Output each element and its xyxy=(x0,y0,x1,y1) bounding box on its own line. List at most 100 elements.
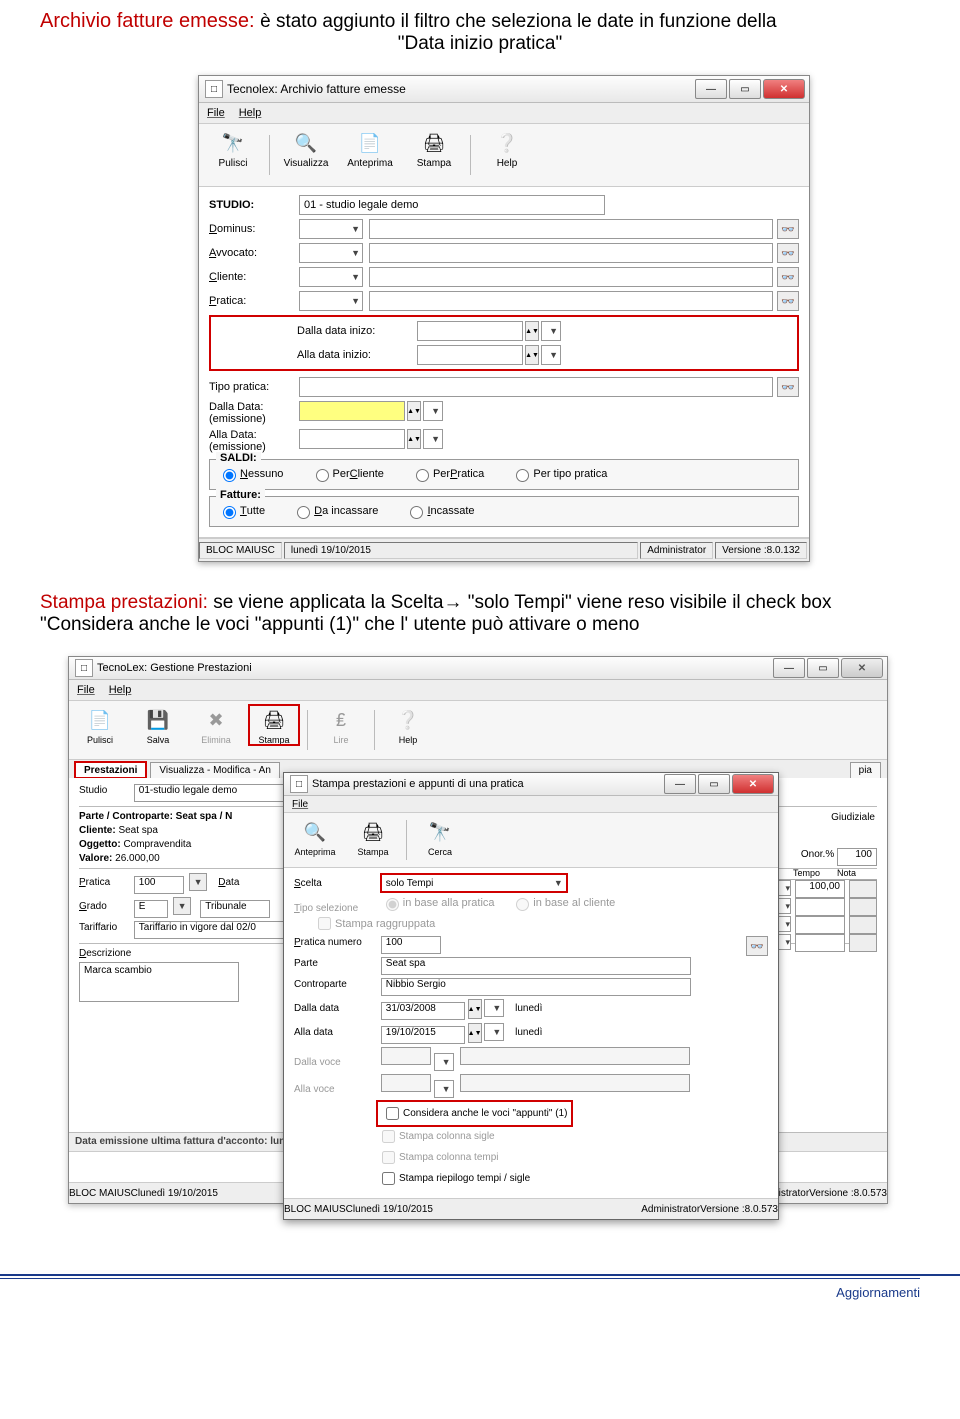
tipo-sel-cliente-radio: in base al cliente xyxy=(511,895,615,911)
menu-help[interactable]: Help xyxy=(239,107,262,119)
tempo-cell[interactable]: 100,00 xyxy=(795,880,845,898)
stampa-button[interactable]: 🖨Stampa xyxy=(406,128,462,169)
archivio-fatture-window: □ Tecnolex: Archivio fatture emesse — ▭ … xyxy=(198,75,810,562)
data-label: Data xyxy=(218,877,239,888)
dalla-data-inizio-input[interactable] xyxy=(417,321,523,341)
fatture-daincassare-radio[interactable]: Da incassare xyxy=(292,503,378,519)
dominus-search-button[interactable]: 👓 xyxy=(777,219,799,239)
tab-pia[interactable]: pia xyxy=(850,762,881,778)
close-button[interactable]: ✕ xyxy=(763,79,805,99)
stampa-button[interactable]: 🖨Stampa xyxy=(249,705,299,745)
elimina-button[interactable]: ✖Elimina xyxy=(191,705,241,745)
spinner-icon[interactable]: ▲▼ xyxy=(407,429,421,449)
tipo-pratica-search-button[interactable]: 👓 xyxy=(777,377,799,397)
alla-data-field[interactable]: 19/10/2015 xyxy=(381,1026,465,1044)
saldi-percliente-radio[interactable]: Per Cliente xyxy=(311,466,384,482)
section1-heading: Archivio fatture emesse: è stato aggiunt… xyxy=(40,10,920,55)
onor-field[interactable]: 100 xyxy=(837,848,877,866)
cerca-button[interactable]: 🔭Cerca xyxy=(415,817,465,857)
cliente-field[interactable] xyxy=(369,267,773,287)
pulisci-button[interactable]: 🔭Pulisci xyxy=(205,128,261,169)
pulisci-button[interactable]: 📄Pulisci xyxy=(75,705,125,745)
alla-data-em-input[interactable] xyxy=(299,429,405,449)
dominus-combo[interactable]: ▼ xyxy=(299,219,363,239)
help-button[interactable]: ❔Help xyxy=(479,128,535,169)
pratica-dropdown[interactable]: ▼ xyxy=(189,873,208,891)
cliente-combo[interactable]: ▼ xyxy=(299,267,363,287)
close-button[interactable]: ✕ xyxy=(841,658,883,678)
close-button[interactable]: ✕ xyxy=(732,774,774,794)
status-user: Administrator xyxy=(641,1204,700,1215)
studio-field[interactable]: 01 - studio legale demo xyxy=(299,195,605,215)
dalla-data-inizio-label: Dalla data inizo: xyxy=(297,325,417,337)
grado-dropdown[interactable]: ▼ xyxy=(173,897,192,915)
dominus-field[interactable] xyxy=(369,219,773,239)
nota-cell[interactable] xyxy=(849,880,877,898)
descrizione-textarea[interactable]: Marca scambio xyxy=(79,962,239,1002)
menu-help[interactable]: Help xyxy=(109,684,132,696)
avvocato-field[interactable] xyxy=(369,243,773,263)
spinner-icon[interactable]: ▲▼ xyxy=(468,1023,482,1043)
parte-field[interactable]: Seat spa xyxy=(381,957,691,975)
spinner-icon[interactable]: ▲▼ xyxy=(525,321,539,341)
pratica-field[interactable]: 100 xyxy=(134,876,184,894)
window-title: TecnoLex: Gestione Prestazioni xyxy=(97,662,252,674)
dalla-data-inizio-dropdown[interactable]: ▼ xyxy=(541,321,561,341)
tribunale-field[interactable]: Tribunale xyxy=(200,900,270,918)
alla-data-em-dropdown[interactable]: ▼ xyxy=(423,429,443,449)
minimize-button[interactable]: — xyxy=(664,774,696,794)
col-tempo: Tempo xyxy=(793,868,833,878)
studio-field[interactable]: 01-studio legale demo xyxy=(134,784,284,802)
dalla-data-field[interactable]: 31/03/2008 xyxy=(381,1002,465,1020)
alla-data-inizio-input[interactable] xyxy=(417,345,523,365)
menu-file[interactable]: File xyxy=(292,799,308,810)
alla-data-dropdown[interactable]: ▼ xyxy=(484,1023,504,1041)
pratica-search-button[interactable]: 👓 xyxy=(777,291,799,311)
cliente-search-button[interactable]: 👓 xyxy=(777,267,799,287)
saldi-pertipo-radio[interactable]: Per tipo pratica xyxy=(511,466,607,482)
avvocato-combo[interactable]: ▼ xyxy=(299,243,363,263)
pratica-search-button[interactable]: 👓 xyxy=(746,936,768,956)
minimize-button[interactable]: — xyxy=(695,79,727,99)
pratica-numero-field[interactable]: 100 xyxy=(381,936,441,954)
stampa-riepilogo-checkbox[interactable] xyxy=(382,1172,395,1185)
scelta-combo[interactable]: solo Tempi▼ xyxy=(381,874,567,892)
menu-file[interactable]: File xyxy=(207,107,225,119)
dalla-data-dropdown[interactable]: ▼ xyxy=(484,999,504,1017)
spinner-icon[interactable]: ▲▼ xyxy=(407,401,421,421)
maximize-button[interactable]: ▭ xyxy=(698,774,730,794)
tariffario-field[interactable]: Tariffario in vigore dal 02/0 xyxy=(134,921,284,939)
spinner-icon[interactable]: ▲▼ xyxy=(468,999,482,1019)
alla-data-inizio-dropdown[interactable]: ▼ xyxy=(541,345,561,365)
fatture-tutte-radio[interactable]: Tutte xyxy=(218,503,265,519)
maximize-button[interactable]: ▭ xyxy=(729,79,761,99)
avvocato-search-button[interactable]: 👓 xyxy=(777,243,799,263)
visualizza-button[interactable]: 🔍Visualizza xyxy=(278,128,334,169)
help-button[interactable]: ❔Help xyxy=(383,705,433,745)
statusbar: BLOC MAIUSC lunedì 19/10/2015 Administra… xyxy=(199,538,809,561)
lire-button[interactable]: ₤Lire xyxy=(316,705,366,745)
salva-button[interactable]: 💾Salva xyxy=(133,705,183,745)
tipo-pratica-field[interactable] xyxy=(299,377,773,397)
minimize-button[interactable]: — xyxy=(773,658,805,678)
dalla-data-em-input[interactable] xyxy=(299,401,405,421)
pratica-field[interactable] xyxy=(369,291,773,311)
tab-visualizza-modifica[interactable]: Visualizza - Modifica - An xyxy=(150,762,280,778)
magnifier-icon: 🔍 xyxy=(291,128,321,158)
stampa-button[interactable]: 🖨Stampa xyxy=(348,817,398,857)
titlebar: □ TecnoLex: Gestione Prestazioni — ▭ ✕ xyxy=(69,657,887,680)
dalla-data-em-dropdown[interactable]: ▼ xyxy=(423,401,443,421)
considera-appunti-checkbox[interactable] xyxy=(386,1107,399,1120)
anteprima-button[interactable]: 📄Anteprima xyxy=(342,128,398,169)
spinner-icon[interactable]: ▲▼ xyxy=(525,345,539,365)
saldi-perpratica-radio[interactable]: Per Pratica xyxy=(411,466,484,482)
maximize-button[interactable]: ▭ xyxy=(807,658,839,678)
controparte-field[interactable]: Nibbio Sergio xyxy=(381,978,691,996)
fatture-incassate-radio[interactable]: Incassate xyxy=(405,503,474,519)
saldi-nessuno-radio[interactable]: Nessuno xyxy=(218,466,283,482)
grado-field[interactable]: E xyxy=(134,900,168,918)
menu-file[interactable]: File xyxy=(77,684,95,696)
pratica-combo[interactable]: ▼ xyxy=(299,291,363,311)
anteprima-button[interactable]: 🔍Anteprima xyxy=(290,817,340,857)
tab-prestazioni[interactable]: Prestazioni xyxy=(75,762,146,778)
